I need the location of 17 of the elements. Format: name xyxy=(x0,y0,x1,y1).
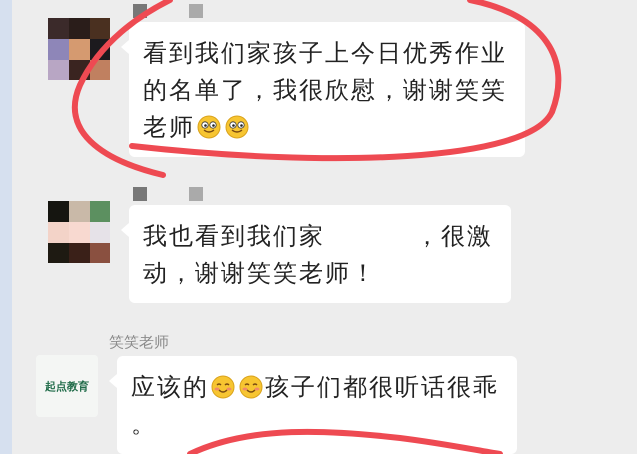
pixelated-name-icon xyxy=(133,4,203,18)
blush-emoji-icon xyxy=(239,374,263,398)
message-text: 。 xyxy=(131,408,157,440)
blush-emoji-icon xyxy=(211,374,235,398)
message-text: 我也看到我们家 xyxy=(143,220,325,252)
message-text: 应该的 xyxy=(131,372,209,402)
sender-name: 笑笑老师 xyxy=(109,333,170,352)
message-text: 老师 xyxy=(143,112,195,142)
avatar-logo: 起点教育 xyxy=(36,355,98,417)
pixelated-name-icon xyxy=(133,187,203,201)
smile-emoji-icon xyxy=(225,114,249,138)
message-text: 动，谢谢笑笑老师！ xyxy=(143,258,377,288)
message-text: 孩子们都很听话很乖 xyxy=(265,372,499,402)
message-text: 的名单了，我很欣慰，谢谢笑笑 xyxy=(143,74,507,106)
message-text: 看到我们家孩子上今日优秀作业 xyxy=(143,38,507,68)
smile-emoji-icon xyxy=(197,114,221,138)
message-text: ，很激 xyxy=(415,220,493,252)
